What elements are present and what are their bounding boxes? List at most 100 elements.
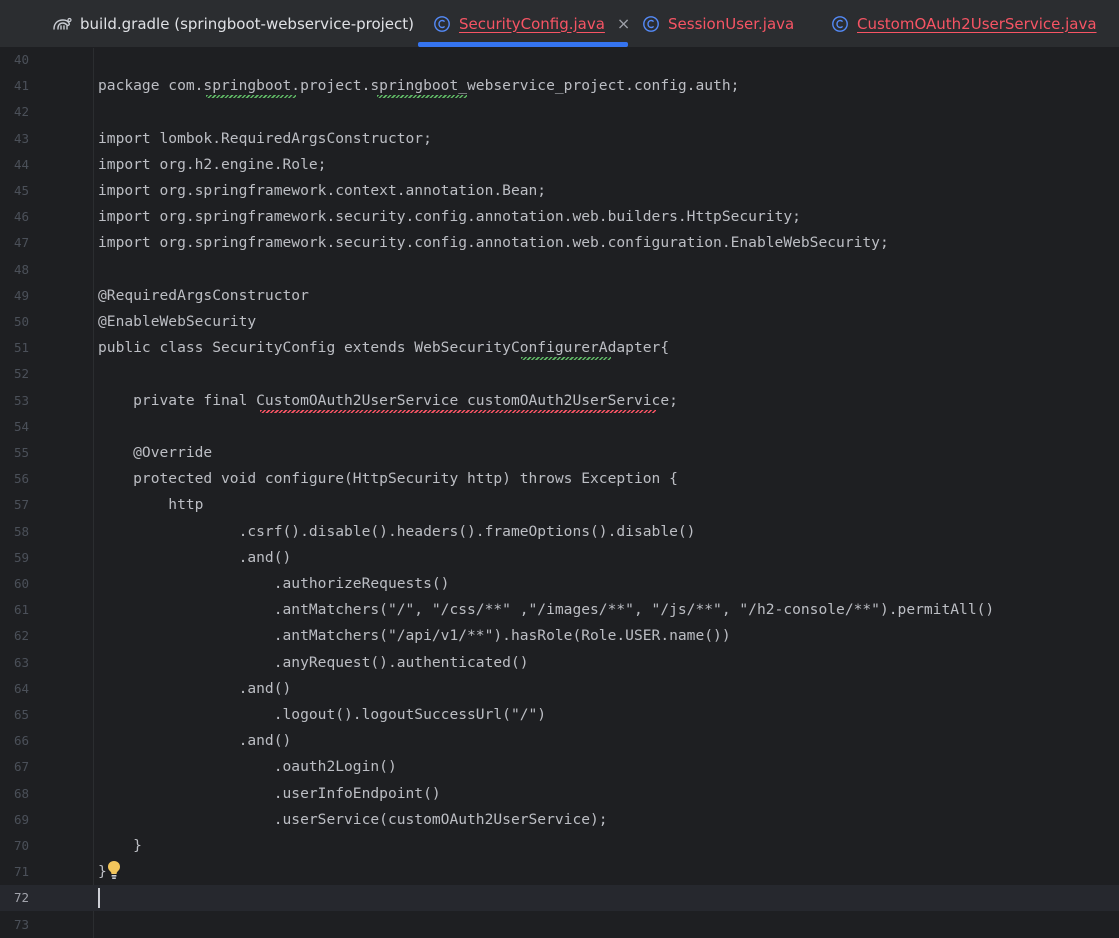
- tab-build-gradle[interactable]: build.gradle (springboot-webservice-proj…: [52, 0, 414, 47]
- code-line[interactable]: 51 public class SecurityConfig extends We…: [0, 335, 1119, 361]
- tab-label: SessionUser.java: [668, 14, 795, 33]
- code-line[interactable]: 41 package com.springboot.project.springb…: [0, 73, 1119, 99]
- code-line[interactable]: 49 @RequiredArgsConstructor: [0, 283, 1119, 309]
- line-number: 40: [13, 52, 29, 67]
- tab-label: SecurityConfig.java: [459, 14, 605, 33]
- line-number: 59: [13, 549, 29, 565]
- code-line[interactable]: 55 @Override: [0, 440, 1119, 466]
- code-line[interactable]: 60 .authorizeRequests(): [0, 571, 1119, 597]
- java-class-icon: [831, 15, 849, 33]
- code-text: import org.springframework.context.annot…: [98, 182, 547, 199]
- code-line[interactable]: 48: [0, 257, 1119, 283]
- line-number: 51: [13, 340, 29, 356]
- line-number: 63: [13, 654, 29, 670]
- close-icon[interactable]: ×: [617, 14, 630, 33]
- code-line[interactable]: 73: [0, 912, 1119, 938]
- code-line[interactable]: 57 http: [0, 492, 1119, 518]
- tab-sessionuser[interactable]: SessionUser.java: [642, 0, 794, 47]
- code-text: .authorizeRequests(): [98, 575, 450, 592]
- code-text: .and(): [98, 548, 292, 566]
- code-line[interactable]: 69 .userService(customOAuth2UserService)…: [0, 807, 1119, 833]
- code-text: import lombok.RequiredArgsConstructor;: [98, 129, 432, 147]
- code-line[interactable]: 62 .antMatchers("/api/v1/**").hasRole(Ro…: [0, 623, 1119, 649]
- typo-squiggle: [206, 95, 296, 99]
- code-line[interactable]: 58 .csrf().disable().headers().frameOpti…: [0, 519, 1119, 545]
- code-line[interactable]: 46 import org.springframework.security.co…: [0, 204, 1119, 230]
- code-text: import org.springframework.security.conf…: [98, 208, 801, 226]
- tab-securityconfig[interactable]: SecurityConfig.java ×: [433, 0, 630, 47]
- line-number: 46: [13, 209, 29, 225]
- code-line[interactable]: 45 import org.springframework.context.ann…: [0, 178, 1119, 204]
- code-text: .csrf().disable().headers().frameOptions…: [98, 522, 696, 540]
- line-number: 66: [13, 733, 29, 749]
- line-number: 62: [13, 628, 29, 644]
- code-line[interactable]: 68 .userInfoEndpoint(): [0, 781, 1119, 807]
- code-text: .oauth2Login(): [98, 758, 397, 776]
- code-editor[interactable]: 40 41 package com.springboot.project.sprin…: [0, 48, 1119, 938]
- code-text: .antMatchers("/api/v1/**").hasRole(Role.…: [98, 627, 731, 645]
- line-number: 41: [13, 78, 29, 94]
- line-number: 67: [13, 759, 29, 775]
- gradle-icon: [52, 16, 72, 32]
- line-number: 45: [13, 183, 29, 198]
- code-line[interactable]: 56 protected void configure(HttpSecurity…: [0, 466, 1119, 492]
- line-number: 64: [13, 680, 29, 696]
- line-number: 73: [13, 916, 29, 932]
- line-number: 72: [13, 890, 29, 906]
- code-line[interactable]: 65 .logout().logoutSuccessUrl("/"): [0, 702, 1119, 728]
- line-number: 49: [13, 287, 29, 303]
- code-line[interactable]: 70 }: [0, 833, 1119, 859]
- code-line[interactable]: 54: [0, 414, 1119, 440]
- code-line[interactable]: 53 private final CustomOAuth2UserService…: [0, 388, 1119, 414]
- code-text: .userInfoEndpoint(): [98, 784, 441, 802]
- line-number: 61: [13, 602, 29, 618]
- line-number: 53: [13, 392, 29, 408]
- error-squiggle: [260, 409, 656, 413]
- code-text: import org.h2.engine.Role;: [98, 155, 327, 173]
- line-number: 70: [13, 838, 29, 853]
- code-line[interactable]: 72: [0, 885, 1119, 912]
- code-line[interactable]: 44 import org.h2.engine.Role;: [0, 152, 1119, 178]
- java-class-icon: [642, 15, 660, 33]
- lightbulb-icon[interactable]: [106, 859, 122, 885]
- java-class-icon: [433, 15, 451, 33]
- code-line[interactable]: 42: [0, 99, 1119, 125]
- line-number: 60: [13, 576, 29, 591]
- code-text: @Override: [98, 444, 213, 461]
- line-number: 56: [13, 471, 29, 487]
- code-text: .and(): [98, 679, 292, 697]
- text-caret: [98, 888, 100, 909]
- code-line[interactable]: 59 .and(): [0, 545, 1119, 571]
- tab-label: build.gradle (springboot-webservice-proj…: [80, 14, 415, 33]
- code-line[interactable]: 50 @EnableWebSecurity: [0, 309, 1119, 335]
- line-number: 52: [13, 366, 29, 382]
- typo-squiggle: [377, 95, 467, 99]
- code-text: }: [98, 837, 142, 854]
- code-line[interactable]: 71}: [0, 859, 1119, 885]
- code-line[interactable]: 67 .oauth2Login(): [0, 754, 1119, 780]
- code-text: .anyRequest().authenticated(): [98, 653, 529, 671]
- typo-squiggle: [521, 357, 611, 361]
- code-text: .logout().logoutSuccessUrl("/"): [98, 706, 547, 723]
- code-line[interactable]: 63 .anyRequest().authenticated(): [0, 650, 1119, 676]
- line-number: 57: [13, 497, 29, 513]
- line-number: 44: [13, 156, 29, 172]
- code-line[interactable]: 40: [0, 47, 1119, 73]
- line-number: 55: [13, 445, 29, 460]
- code-line[interactable]: 47 import org.springframework.security.co…: [0, 230, 1119, 256]
- line-number: 43: [13, 130, 29, 146]
- code-line[interactable]: 61 .antMatchers("/", "/css/**" ,"/images…: [0, 597, 1119, 623]
- code-line[interactable]: 43 import lombok.RequiredArgsConstructor;: [0, 126, 1119, 152]
- code-text: import org.springframework.security.conf…: [98, 234, 889, 252]
- editor-tab-bar: build.gradle (springboot-webservice-proj…: [0, 0, 1119, 48]
- code-line[interactable]: 66 .and(): [0, 728, 1119, 754]
- line-number: 71: [13, 864, 29, 880]
- code-text: protected void configure(HttpSecurity ht…: [98, 470, 678, 488]
- line-number: 48: [13, 261, 29, 277]
- code-text: http: [98, 496, 204, 514]
- tab-customoauth2userservice[interactable]: CustomOAuth2UserService.java: [831, 0, 1097, 47]
- code-line[interactable]: 64 .and(): [0, 676, 1119, 702]
- code-line[interactable]: 52: [0, 361, 1119, 387]
- code-text: .userService(customOAuth2UserService);: [98, 810, 608, 828]
- line-number: 50: [13, 314, 29, 329]
